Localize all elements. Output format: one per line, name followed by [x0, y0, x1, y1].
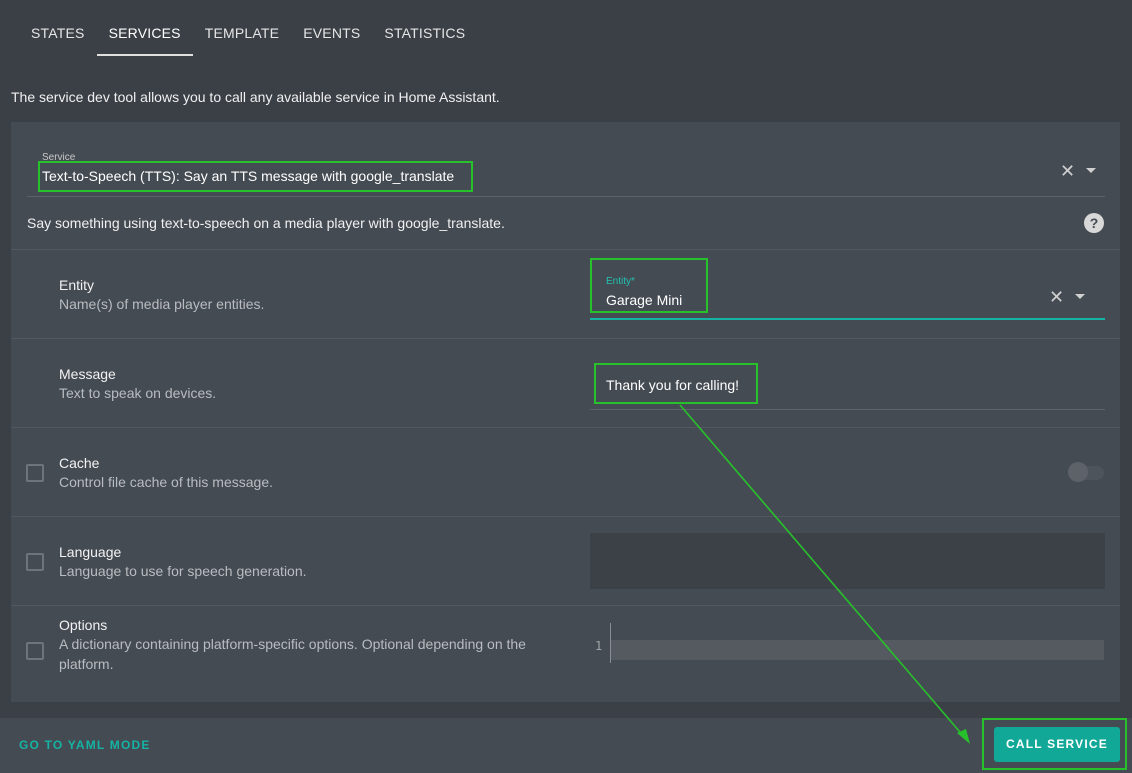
service-select[interactable]: Service Text-to-Speech (TTS): Say an TTS…	[27, 140, 1105, 197]
message-input[interactable]: Thank you for calling!	[590, 361, 1105, 410]
yaml-mode-button[interactable]: GO TO YAML MODE	[19, 738, 151, 752]
entity-input[interactable]: Entity* Garage Mini ✕	[590, 258, 1105, 320]
field-subtitle-language: Language to use for speech generation.	[59, 563, 307, 579]
field-row-options: Options A dictionary containing platform…	[11, 605, 1120, 702]
service-card: Service Text-to-Speech (TTS): Say an TTS…	[11, 122, 1120, 702]
field-title-language: Language	[59, 544, 122, 560]
entity-clear-icon[interactable]: ✕	[1049, 288, 1064, 306]
field-title-options: Options	[59, 617, 108, 633]
field-subtitle-message: Text to speak on devices.	[59, 385, 217, 401]
field-title-entity: Entity	[59, 277, 95, 293]
field-title-message: Message	[59, 366, 116, 382]
field-subtitle-entity: Name(s) of media player entities.	[59, 296, 265, 312]
field-title-cache: Cache	[59, 455, 100, 471]
language-checkbox[interactable]	[26, 553, 44, 571]
service-value[interactable]: Text-to-Speech (TTS): Say an TTS message…	[42, 168, 454, 184]
service-description: Say something using text-to-speech on a …	[27, 215, 505, 231]
cache-checkbox[interactable]	[26, 464, 44, 482]
options-code-editor[interactable]	[611, 640, 1104, 660]
intro-text: The service dev tool allows you to call …	[11, 89, 500, 105]
language-input[interactable]	[590, 533, 1105, 589]
field-row-cache: Cache Control file cache of this message…	[11, 427, 1120, 516]
tab-template[interactable]: TEMPLATE	[193, 0, 291, 58]
code-line-number: 1	[595, 639, 603, 653]
entity-input-label: Entity*	[606, 276, 635, 287]
close-icon[interactable]: ✕	[1060, 162, 1075, 180]
tab-statistics[interactable]: STATISTICS	[372, 0, 477, 58]
field-row-entity: Entity Name(s) of media player entities.…	[11, 249, 1120, 338]
entity-caret-down-icon[interactable]	[1075, 294, 1085, 299]
caret-down-icon[interactable]	[1086, 168, 1096, 173]
tab-states[interactable]: STATES	[19, 0, 97, 58]
field-row-language: Language Language to use for speech gene…	[11, 516, 1120, 605]
field-row-message: Message Text to speak on devices. Thank …	[11, 338, 1120, 427]
tab-bar: STATES SERVICES TEMPLATE EVENTS STATISTI…	[0, 0, 477, 58]
entity-input-value[interactable]: Garage Mini	[606, 292, 682, 308]
help-circle-icon[interactable]: ?	[1084, 213, 1104, 233]
field-subtitle-options: A dictionary containing platform-specifi…	[59, 636, 526, 672]
service-label: Service	[42, 152, 76, 163]
options-checkbox[interactable]	[26, 642, 44, 660]
field-subtitle-cache: Control file cache of this message.	[59, 474, 273, 490]
call-service-button[interactable]: CALL SERVICE	[994, 727, 1120, 762]
footer-bar: GO TO YAML MODE CALL SERVICE	[0, 718, 1132, 773]
message-input-value[interactable]: Thank you for calling!	[606, 377, 739, 393]
cache-toggle-knob[interactable]	[1068, 462, 1088, 482]
tab-services[interactable]: SERVICES	[96, 0, 193, 58]
tab-events[interactable]: EVENTS	[291, 0, 372, 58]
